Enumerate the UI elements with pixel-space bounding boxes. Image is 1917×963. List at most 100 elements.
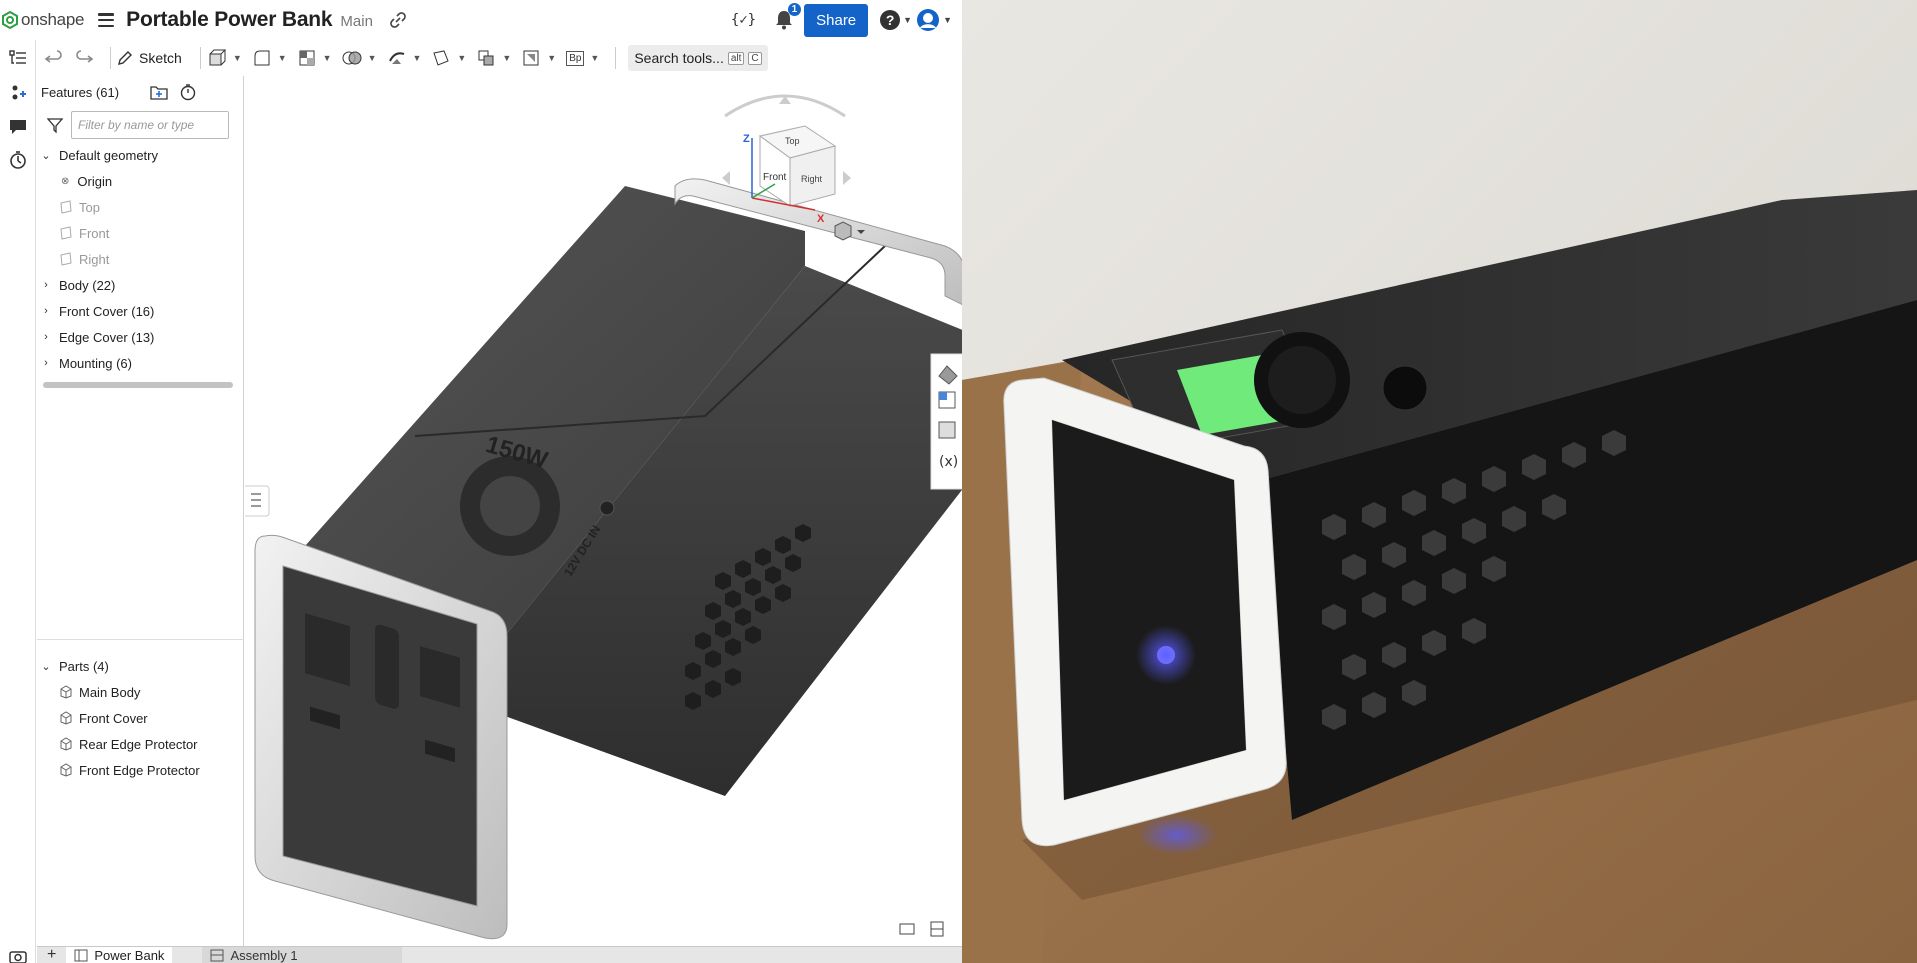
- insert-icon[interactable]: [8, 82, 28, 102]
- plane-tool[interactable]: ▼: [431, 48, 466, 68]
- document-tab-bar: + Power Bank Assembly 1: [37, 946, 962, 963]
- group-label: Body (22): [59, 277, 116, 293]
- tree-group-front-cover[interactable]: › Front Cover (16): [37, 298, 243, 324]
- chevron-right-icon[interactable]: ›: [39, 279, 53, 291]
- redo-icon[interactable]: [74, 48, 94, 68]
- part-label: Front Edge Protector: [79, 762, 200, 778]
- plane-right-label: Right: [79, 251, 110, 267]
- tab-power-bank[interactable]: Power Bank: [66, 947, 173, 963]
- model-render: 150W 12V DC IN Top Front Right Z X (x): [245, 94, 962, 940]
- toolbar-divider: [615, 47, 617, 69]
- tree-plane-front[interactable]: Front: [37, 220, 243, 246]
- group-label: Mounting (6): [59, 355, 132, 371]
- named-views-icon[interactable]: [899, 923, 915, 935]
- product-photo: [962, 0, 1917, 963]
- camera-icon[interactable]: [8, 946, 28, 963]
- chevron-down-icon[interactable]: ⌄: [39, 660, 53, 673]
- notification-badge: 1: [787, 3, 802, 16]
- add-tab-icon[interactable]: +: [37, 947, 66, 963]
- shortcut-key-alt: alt: [727, 51, 745, 65]
- chevron-down-icon[interactable]: ▼: [903, 15, 912, 25]
- horizontal-scrollbar[interactable]: [43, 382, 233, 388]
- feature-toolbar: Sketch ▼ ▼ ▼ ▼ ▼ ▼ ▼ ▼ Bp ▼ Search tools…: [36, 40, 962, 76]
- part-item[interactable]: Main Body: [37, 679, 244, 705]
- user-avatar-icon[interactable]: [916, 8, 940, 32]
- shortcut-key-c: C: [748, 51, 762, 65]
- tree-plane-right[interactable]: Right: [37, 246, 243, 272]
- filter-icon[interactable]: [47, 117, 63, 133]
- undo-icon[interactable]: [44, 48, 64, 68]
- mass-properties-icon[interactable]: [938, 391, 956, 409]
- transform-icon: [388, 52, 404, 64]
- tree-group-mounting[interactable]: › Mounting (6): [37, 350, 243, 376]
- shell-icon: [299, 50, 315, 66]
- 3d-viewport[interactable]: 150W 12V DC IN Top Front Right Z X (x): [245, 76, 962, 946]
- top-bar-right: {✓} 1 Share ? ▼ ▼: [731, 0, 956, 40]
- drawing-icon: [523, 50, 539, 66]
- drawing-tool[interactable]: ▼: [521, 48, 556, 68]
- plane-top-label: Top: [79, 199, 100, 215]
- configurations-icon[interactable]: (x): [939, 454, 958, 470]
- features-title: Features (61): [41, 84, 120, 100]
- chevron-down-icon[interactable]: ⌄: [39, 149, 53, 162]
- chevron-right-icon[interactable]: ›: [39, 305, 53, 317]
- tree-default-geometry[interactable]: ⌄ Default geometry: [37, 142, 243, 168]
- shell-tool[interactable]: ▼: [297, 48, 332, 68]
- tree-plane-top[interactable]: Top: [37, 194, 243, 220]
- variable-tool[interactable]: Bp ▼: [566, 50, 599, 66]
- section-view-icon[interactable]: [930, 921, 944, 937]
- panel-toggle-button[interactable]: [245, 485, 270, 517]
- toolbar-divider: [110, 47, 111, 69]
- part-item[interactable]: Front Edge Protector: [37, 757, 244, 783]
- boolean-tool[interactable]: ▼: [342, 48, 377, 68]
- top-bar: onshape Portable Power Bank Main {✓} 1 S…: [0, 0, 962, 40]
- comments-icon[interactable]: [8, 116, 28, 136]
- transform-tool[interactable]: ▼: [387, 48, 421, 68]
- notifications-button[interactable]: 1: [774, 3, 802, 31]
- sketch-button[interactable]: Sketch: [117, 50, 182, 66]
- plane-front-label: Front: [79, 225, 110, 241]
- history-icon[interactable]: [8, 150, 28, 170]
- origin-icon: ⊗: [61, 175, 70, 187]
- part-item[interactable]: Rear Edge Protector: [37, 731, 244, 757]
- filter-input[interactable]: Filter by name or type: [71, 111, 229, 139]
- logo-text: onshape: [21, 10, 85, 29]
- rollback-timer-icon[interactable]: [179, 83, 197, 101]
- plane-icon: [60, 226, 72, 240]
- onshape-logo[interactable]: onshape: [2, 10, 84, 30]
- cube-right-label: Right: [801, 174, 823, 184]
- group-label: Front Cover (16): [59, 303, 155, 319]
- search-tools-button[interactable]: Search tools... alt C: [628, 45, 768, 71]
- add-folder-icon[interactable]: [149, 83, 169, 101]
- branch-label[interactable]: Main: [340, 13, 373, 30]
- feature-list-icon[interactable]: [8, 48, 28, 68]
- tree-group-edge-cover[interactable]: › Edge Cover (13): [37, 324, 243, 350]
- tree-parts-header[interactable]: ⌄ Parts (4): [37, 653, 244, 679]
- extrude-icon: [209, 49, 227, 66]
- tree-origin[interactable]: ⊗ Origin: [37, 168, 243, 194]
- extrude-tool[interactable]: ▼: [207, 48, 242, 68]
- share-button[interactable]: Share: [804, 3, 869, 37]
- part-icon: [60, 737, 72, 751]
- derived-icon: [478, 50, 494, 66]
- group-label: Edge Cover (13): [59, 329, 155, 345]
- tab-assembly[interactable]: Assembly 1: [202, 947, 403, 963]
- tree-group-body[interactable]: › Body (22): [37, 272, 243, 298]
- assembly-icon: [210, 949, 224, 962]
- chevron-right-icon[interactable]: ›: [39, 357, 53, 369]
- menu-icon[interactable]: [98, 13, 115, 27]
- filter-row: Filter by name or type: [37, 108, 243, 142]
- featurescript-button[interactable]: {✓}: [731, 12, 756, 28]
- mate-connector-icon[interactable]: [938, 421, 956, 439]
- part-item[interactable]: Front Cover: [37, 705, 244, 731]
- fillet-tool[interactable]: ▼: [252, 48, 287, 68]
- part-studio-icon: [74, 949, 88, 962]
- derived-tool[interactable]: ▼: [476, 48, 511, 68]
- parts-divider: [37, 639, 244, 640]
- search-tools-label: Search tools...: [634, 50, 724, 66]
- document-title[interactable]: Portable Power Bank: [126, 8, 332, 32]
- chevron-down-icon[interactable]: ▼: [943, 15, 952, 25]
- link-icon[interactable]: [389, 11, 407, 29]
- help-icon[interactable]: ?: [880, 10, 901, 30]
- chevron-right-icon[interactable]: ›: [39, 331, 53, 343]
